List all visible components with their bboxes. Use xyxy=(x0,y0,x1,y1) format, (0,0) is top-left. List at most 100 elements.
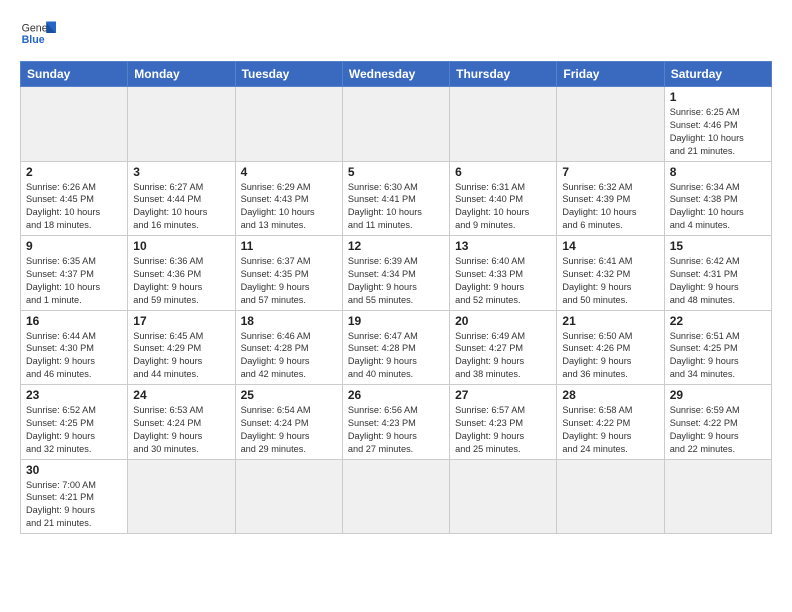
week-row-2: 2 Sunrise: 6:26 AM Sunset: 4:45 PM Daylig… xyxy=(21,161,772,236)
header-sunday: Sunday xyxy=(21,62,128,87)
empty-day xyxy=(342,87,449,162)
day-14: 14 Sunrise: 6:41 AM Sunset: 4:32 PM Dayli… xyxy=(557,236,664,311)
day-17: 17 Sunrise: 6:45 AM Sunset: 4:29 PM Dayli… xyxy=(128,310,235,385)
day-10: 10 Sunrise: 6:36 AM Sunset: 4:36 PM Dayli… xyxy=(128,236,235,311)
day-info: Sunrise: 6:40 AM Sunset: 4:33 PM Dayligh… xyxy=(455,255,551,307)
day-7: 7 Sunrise: 6:32 AM Sunset: 4:39 PM Daylig… xyxy=(557,161,664,236)
logo: General Blue xyxy=(20,15,56,51)
header-friday: Friday xyxy=(557,62,664,87)
svg-text:Blue: Blue xyxy=(22,34,45,46)
day-number: 27 xyxy=(455,388,551,402)
header-wednesday: Wednesday xyxy=(342,62,449,87)
day-number: 29 xyxy=(670,388,766,402)
day-3: 3Sunrise: 6:27 AM Sunset: 4:44 PM Daylig… xyxy=(128,161,235,236)
day-24: 24 Sunrise: 6:53 AM Sunset: 4:24 PM Dayli… xyxy=(128,385,235,460)
day-info: Sunrise: 6:42 AM Sunset: 4:31 PM Dayligh… xyxy=(670,255,766,307)
day-16: 16 Sunrise: 6:44 AM Sunset: 4:30 PM Dayli… xyxy=(21,310,128,385)
day-info: Sunrise: 6:53 AM Sunset: 4:24 PM Dayligh… xyxy=(133,404,229,456)
day-number: 16 xyxy=(26,314,122,328)
day-number: 14 xyxy=(562,239,658,253)
day-5: 5Sunrise: 6:30 AM Sunset: 4:41 PM Daylig… xyxy=(342,161,449,236)
day-number: 6 xyxy=(455,165,551,179)
day-number: 18 xyxy=(241,314,337,328)
calendar-table: Sunday Monday Tuesday Wednesday Thursday… xyxy=(20,61,772,534)
day-27: 27Sunrise: 6:57 AM Sunset: 4:23 PM Dayli… xyxy=(450,385,557,460)
day-number: 5 xyxy=(348,165,444,179)
day-info: Sunrise: 6:35 AM Sunset: 4:37 PM Dayligh… xyxy=(26,255,122,307)
empty-day xyxy=(21,87,128,162)
day-info: Sunrise: 6:54 AM Sunset: 4:24 PM Dayligh… xyxy=(241,404,337,456)
header-saturday: Saturday xyxy=(664,62,771,87)
header-tuesday: Tuesday xyxy=(235,62,342,87)
day-info: Sunrise: 6:51 AM Sunset: 4:25 PM Dayligh… xyxy=(670,330,766,382)
day-20: 20Sunrise: 6:49 AM Sunset: 4:27 PM Dayli… xyxy=(450,310,557,385)
week-row-6: 30Sunrise: 7:00 AM Sunset: 4:21 PM Dayli… xyxy=(21,459,772,534)
week-row-3: 9Sunrise: 6:35 AM Sunset: 4:37 PM Daylig… xyxy=(21,236,772,311)
day-number: 12 xyxy=(348,239,444,253)
day-23: 23Sunrise: 6:52 AM Sunset: 4:25 PM Dayli… xyxy=(21,385,128,460)
day-number: 8 xyxy=(670,165,766,179)
day-info: Sunrise: 6:36 AM Sunset: 4:36 PM Dayligh… xyxy=(133,255,229,307)
day-11: 11Sunrise: 6:37 AM Sunset: 4:35 PM Dayli… xyxy=(235,236,342,311)
day-number: 17 xyxy=(133,314,229,328)
day-number: 24 xyxy=(133,388,229,402)
day-info: Sunrise: 6:50 AM Sunset: 4:26 PM Dayligh… xyxy=(562,330,658,382)
empty-day xyxy=(664,459,771,534)
day-info: Sunrise: 6:26 AM Sunset: 4:45 PM Dayligh… xyxy=(26,181,122,233)
day-6: 6Sunrise: 6:31 AM Sunset: 4:40 PM Daylig… xyxy=(450,161,557,236)
day-info: Sunrise: 6:47 AM Sunset: 4:28 PM Dayligh… xyxy=(348,330,444,382)
day-number: 7 xyxy=(562,165,658,179)
day-info: Sunrise: 6:29 AM Sunset: 4:43 PM Dayligh… xyxy=(241,181,337,233)
day-info: Sunrise: 6:39 AM Sunset: 4:34 PM Dayligh… xyxy=(348,255,444,307)
day-30: 30Sunrise: 7:00 AM Sunset: 4:21 PM Dayli… xyxy=(21,459,128,534)
day-18: 18 Sunrise: 6:46 AM Sunset: 4:28 PM Dayli… xyxy=(235,310,342,385)
generalblue-icon: General Blue xyxy=(20,15,56,51)
day-info: Sunrise: 6:49 AM Sunset: 4:27 PM Dayligh… xyxy=(455,330,551,382)
day-info: Sunrise: 6:58 AM Sunset: 4:22 PM Dayligh… xyxy=(562,404,658,456)
header-thursday: Thursday xyxy=(450,62,557,87)
day-number: 22 xyxy=(670,314,766,328)
day-number: 15 xyxy=(670,239,766,253)
empty-day xyxy=(450,459,557,534)
day-info: Sunrise: 6:32 AM Sunset: 4:39 PM Dayligh… xyxy=(562,181,658,233)
day-info: Sunrise: 6:56 AM Sunset: 4:23 PM Dayligh… xyxy=(348,404,444,456)
day-number: 28 xyxy=(562,388,658,402)
empty-day xyxy=(450,87,557,162)
day-number: 13 xyxy=(455,239,551,253)
day-info: Sunrise: 6:41 AM Sunset: 4:32 PM Dayligh… xyxy=(562,255,658,307)
day-number: 10 xyxy=(133,239,229,253)
day-2: 2 Sunrise: 6:26 AM Sunset: 4:45 PM Daylig… xyxy=(21,161,128,236)
day-info: Sunrise: 6:45 AM Sunset: 4:29 PM Dayligh… xyxy=(133,330,229,382)
day-number: 1 xyxy=(670,90,766,104)
day-info: Sunrise: 6:59 AM Sunset: 4:22 PM Dayligh… xyxy=(670,404,766,456)
header-monday: Monday xyxy=(128,62,235,87)
day-number: 30 xyxy=(26,463,122,477)
empty-day xyxy=(128,87,235,162)
day-21: 21 Sunrise: 6:50 AM Sunset: 4:26 PM Dayli… xyxy=(557,310,664,385)
day-22: 22 Sunrise: 6:51 AM Sunset: 4:25 PM Dayli… xyxy=(664,310,771,385)
day-number: 2 xyxy=(26,165,122,179)
week-row-1: 1Sunrise: 6:25 AM Sunset: 4:46 PM Daylig… xyxy=(21,87,772,162)
day-number: 26 xyxy=(348,388,444,402)
day-info: Sunrise: 6:34 AM Sunset: 4:38 PM Dayligh… xyxy=(670,181,766,233)
day-8: 8 Sunrise: 6:34 AM Sunset: 4:38 PM Daylig… xyxy=(664,161,771,236)
day-number: 4 xyxy=(241,165,337,179)
day-info: Sunrise: 6:44 AM Sunset: 4:30 PM Dayligh… xyxy=(26,330,122,382)
week-row-4: 16 Sunrise: 6:44 AM Sunset: 4:30 PM Dayli… xyxy=(21,310,772,385)
day-13: 13 Sunrise: 6:40 AM Sunset: 4:33 PM Dayli… xyxy=(450,236,557,311)
day-1: 1Sunrise: 6:25 AM Sunset: 4:46 PM Daylig… xyxy=(664,87,771,162)
day-info: Sunrise: 6:46 AM Sunset: 4:28 PM Dayligh… xyxy=(241,330,337,382)
empty-day xyxy=(235,459,342,534)
day-25: 25Sunrise: 6:54 AM Sunset: 4:24 PM Dayli… xyxy=(235,385,342,460)
day-19: 19 Sunrise: 6:47 AM Sunset: 4:28 PM Dayli… xyxy=(342,310,449,385)
weekday-header-row: Sunday Monday Tuesday Wednesday Thursday… xyxy=(21,62,772,87)
day-info: Sunrise: 6:37 AM Sunset: 4:35 PM Dayligh… xyxy=(241,255,337,307)
day-4: 4 Sunrise: 6:29 AM Sunset: 4:43 PM Daylig… xyxy=(235,161,342,236)
day-number: 19 xyxy=(348,314,444,328)
day-26: 26 Sunrise: 6:56 AM Sunset: 4:23 PM Dayli… xyxy=(342,385,449,460)
page: General Blue Sunday Monday Tuesday Wedne… xyxy=(0,0,792,612)
day-number: 21 xyxy=(562,314,658,328)
empty-day xyxy=(128,459,235,534)
empty-day xyxy=(557,87,664,162)
empty-day xyxy=(557,459,664,534)
